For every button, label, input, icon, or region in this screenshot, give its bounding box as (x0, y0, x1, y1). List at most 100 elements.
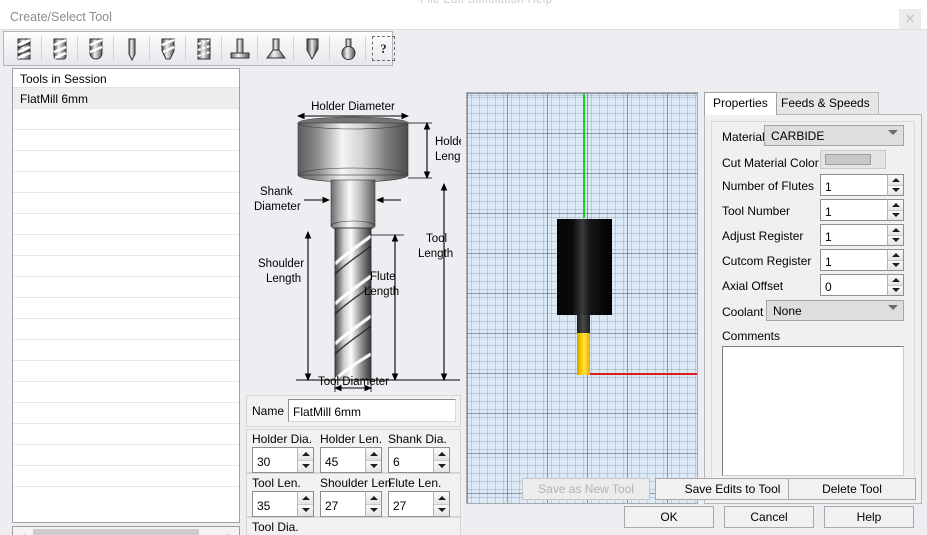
coolant-select[interactable]: None (766, 300, 904, 321)
close-icon[interactable] (899, 9, 921, 29)
shoulder-len-stepper[interactable] (365, 491, 382, 517)
tslot-cutter-tool[interactable] (222, 33, 257, 64)
cancel-button[interactable]: Cancel (724, 506, 814, 528)
cutcom-register-increment[interactable] (888, 250, 903, 261)
tab-feeds-speeds[interactable]: Feeds & Speeds (772, 92, 879, 114)
save-as-new-tool-button[interactable]: Save as New Tool (522, 478, 650, 500)
delete-tool-button[interactable]: Delete Tool (788, 478, 916, 500)
lollipop-cutter-tool[interactable] (330, 33, 365, 64)
scrollbar-track[interactable] (199, 527, 219, 535)
holder-len-decrement[interactable] (366, 460, 381, 472)
flat-endmill-tool[interactable] (6, 33, 41, 64)
shoulder-len-input[interactable] (320, 491, 365, 517)
number-of-flutes-spinner[interactable] (820, 174, 904, 196)
flute-len-increment[interactable] (434, 492, 449, 505)
tool-len-stepper[interactable] (297, 491, 314, 517)
adjust-register-decrement[interactable] (888, 235, 903, 245)
shank-dia-increment[interactable] (434, 448, 449, 461)
tools-list-header: Tools in Session (13, 69, 239, 88)
list-item-empty[interactable] (13, 445, 239, 466)
list-item-empty[interactable] (13, 361, 239, 382)
dovetail-cutter-tool[interactable] (258, 33, 293, 64)
name-input[interactable] (288, 399, 456, 422)
list-item-empty[interactable] (13, 235, 239, 256)
number-of-flutes-stepper[interactable] (887, 174, 904, 196)
drill-tool[interactable] (114, 33, 149, 64)
bull-endmill-tool[interactable] (42, 33, 77, 64)
tool-number-stepper[interactable] (887, 199, 904, 221)
list-item-empty[interactable] (13, 340, 239, 361)
tool-number-input[interactable] (820, 199, 887, 221)
axial-offset-spinner[interactable] (820, 274, 904, 296)
scroll-left-icon[interactable]: ‹ (13, 527, 33, 535)
chamfer-mill-tool[interactable] (294, 33, 329, 64)
scrollbar-thumb[interactable] (33, 528, 199, 535)
number-of-flutes-input[interactable] (820, 174, 887, 196)
list-item-empty[interactable] (13, 256, 239, 277)
tool-number-decrement[interactable] (888, 210, 903, 220)
holder-dia-decrement[interactable] (298, 460, 313, 472)
tab-properties[interactable]: Properties (704, 92, 777, 115)
axial-offset-decrement[interactable] (888, 285, 903, 295)
number-of-flutes-decrement[interactable] (888, 185, 903, 195)
list-item-empty[interactable] (13, 172, 239, 193)
flute-len-stepper[interactable] (433, 491, 450, 517)
scroll-right-icon[interactable]: › (219, 527, 239, 535)
comments-textarea[interactable] (722, 346, 904, 476)
cutcom-register-input[interactable] (820, 249, 887, 271)
adjust-register-spinner[interactable] (820, 224, 904, 246)
rough-endmill-tool[interactable] (186, 33, 221, 64)
shoulder-len-increment[interactable] (366, 492, 381, 505)
adjust-register-stepper[interactable] (887, 224, 904, 246)
list-item-empty[interactable] (13, 277, 239, 298)
flute-len-decrement[interactable] (434, 504, 449, 516)
tool-number-increment[interactable] (888, 200, 903, 211)
material-select[interactable]: CARBIDE (764, 125, 904, 146)
list-item-empty[interactable] (13, 298, 239, 319)
tool-len-input[interactable] (252, 491, 297, 517)
list-item-empty[interactable] (13, 214, 239, 235)
axial-offset-increment[interactable] (888, 275, 903, 286)
cutcom-register-spinner[interactable] (820, 249, 904, 271)
holder-dia-input[interactable] (252, 447, 297, 473)
shank-dia-decrement[interactable] (434, 460, 449, 472)
holder-len-input[interactable] (320, 447, 365, 473)
list-item-empty[interactable] (13, 382, 239, 403)
axial-offset-stepper[interactable] (887, 274, 904, 296)
adjust-register-increment[interactable] (888, 225, 903, 236)
axial-offset-input[interactable] (820, 274, 887, 296)
shank-dia-input[interactable] (388, 447, 433, 473)
tool-number-spinner[interactable] (820, 199, 904, 221)
list-item-empty[interactable] (13, 130, 239, 151)
save-edits-to-tool-button[interactable]: Save Edits to Tool (655, 478, 810, 500)
list-item-empty[interactable] (13, 403, 239, 424)
holder-dia-stepper[interactable] (297, 447, 314, 473)
shoulder-len-decrement[interactable] (366, 504, 381, 516)
shank-dia-stepper[interactable] (433, 447, 450, 473)
holder-dia-increment[interactable] (298, 448, 313, 461)
list-item-empty[interactable] (13, 109, 239, 130)
cutcom-register-decrement[interactable] (888, 260, 903, 270)
cut-material-color-swatch[interactable] (820, 150, 886, 169)
number-of-flutes-increment[interactable] (888, 175, 903, 186)
list-item-empty[interactable] (13, 151, 239, 172)
flute-len-input[interactable] (388, 491, 433, 517)
list-item[interactable]: FlatMill 6mm (13, 88, 239, 109)
tool-len-decrement[interactable] (298, 504, 313, 516)
list-item-empty[interactable] (13, 193, 239, 214)
tool-len-increment[interactable] (298, 492, 313, 505)
unknown-tool[interactable]: ? (366, 33, 401, 64)
list-item-empty[interactable] (13, 424, 239, 445)
list-item-empty[interactable] (13, 319, 239, 340)
ball-endmill-tool[interactable] (78, 33, 113, 64)
cutcom-register-stepper[interactable] (887, 249, 904, 271)
holder-len-stepper[interactable] (365, 447, 382, 473)
list-item-empty[interactable] (13, 466, 239, 487)
taper-endmill-tool[interactable] (150, 33, 185, 64)
ok-button[interactable]: OK (624, 506, 714, 528)
tools-list-horizontal-scrollbar[interactable]: ‹ › (12, 526, 240, 535)
adjust-register-input[interactable] (820, 224, 887, 246)
tool-3d-preview[interactable] (466, 92, 698, 504)
help-button[interactable]: Help (824, 506, 914, 528)
holder-len-increment[interactable] (366, 448, 381, 461)
